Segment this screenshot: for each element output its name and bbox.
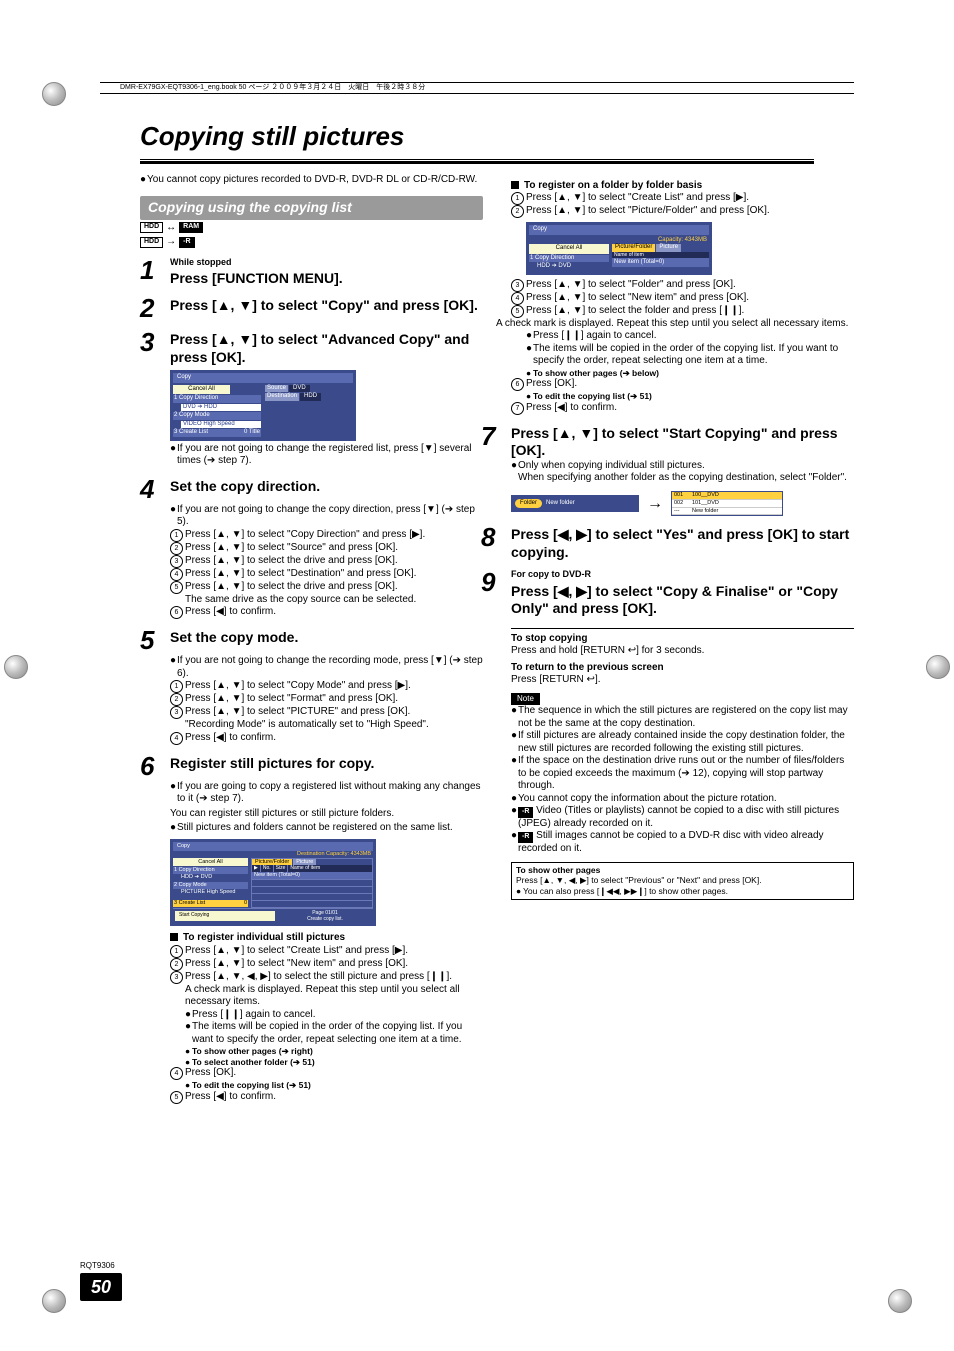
crop-mark-tl: [42, 82, 66, 106]
media-badges-2: HDD → -R: [140, 236, 483, 249]
return-text: Press [RETURN ↩].: [511, 674, 854, 687]
step-9: 9 For copy to DVD-R Press [◀, ▶] to sele…: [481, 569, 854, 617]
step-4: 4 Set the copy direction.: [140, 476, 483, 502]
crop-mark-br: [888, 1289, 912, 1313]
step-1: 1 While stopped Press [FUNCTION MENU].: [140, 257, 483, 288]
page-title: Copying still pictures: [140, 120, 914, 153]
show-other-pages-box: To show other pages Press [▲, ▼, ◀, ▶] t…: [511, 862, 854, 900]
header-meta: DMR-EX79GX-EQT9306-1_eng.book 50 ページ ２００…: [120, 84, 425, 93]
register-individual-head: To register individual still pictures: [170, 932, 483, 945]
step3-note: ●If you are not going to change the regi…: [170, 443, 483, 468]
crop-mark-bl: [42, 1289, 66, 1313]
osd-copy-folder: Copy Capacity: 4343MB Cancel All 1 Copy …: [526, 222, 712, 275]
register-folder-head: To register on a folder by folder basis: [511, 180, 854, 193]
crop-mark-r: [926, 655, 950, 679]
step-2: 2 Press [▲, ▼] to select "Copy" and pres…: [140, 295, 483, 321]
step-7: 7 Press [▲, ▼] to select "Start Copying"…: [481, 423, 854, 460]
crop-mark-l: [4, 655, 28, 679]
section-title: Copying using the copying list: [140, 196, 483, 220]
step-3: 3 Press [▲, ▼] to select "Advanced Copy"…: [140, 329, 483, 366]
osd-copy-createlist: Copy Destination Capacity: 4343MB Cancel…: [170, 839, 376, 926]
stop-head: To stop copying: [511, 633, 854, 646]
media-badges: HDD ↔ RAM: [140, 222, 483, 235]
osd-copy-basic: Copy Cancel All 1 Copy Direction DVD ➔ H…: [170, 370, 356, 441]
title-rule: [140, 161, 814, 164]
stop-text: Press and hold [RETURN ↩] for 3 seconds.: [511, 645, 854, 658]
page-number: 50: [80, 1273, 122, 1301]
intro-bullet: ● You cannot copy pictures recorded to D…: [140, 174, 483, 187]
step-6: 6 Register still pictures for copy.: [140, 753, 483, 779]
return-head: To return to the previous screen: [511, 662, 854, 675]
folder-select-diagram: Folder New folder → 001100__DVD 002101__…: [511, 491, 854, 517]
rqt-code: RQT9306: [80, 1261, 115, 1271]
step-5: 5 Set the copy mode.: [140, 627, 483, 653]
step-8: 8 Press [◀, ▶] to select "Yes" and press…: [481, 524, 854, 561]
note-tag: Note: [511, 693, 540, 705]
